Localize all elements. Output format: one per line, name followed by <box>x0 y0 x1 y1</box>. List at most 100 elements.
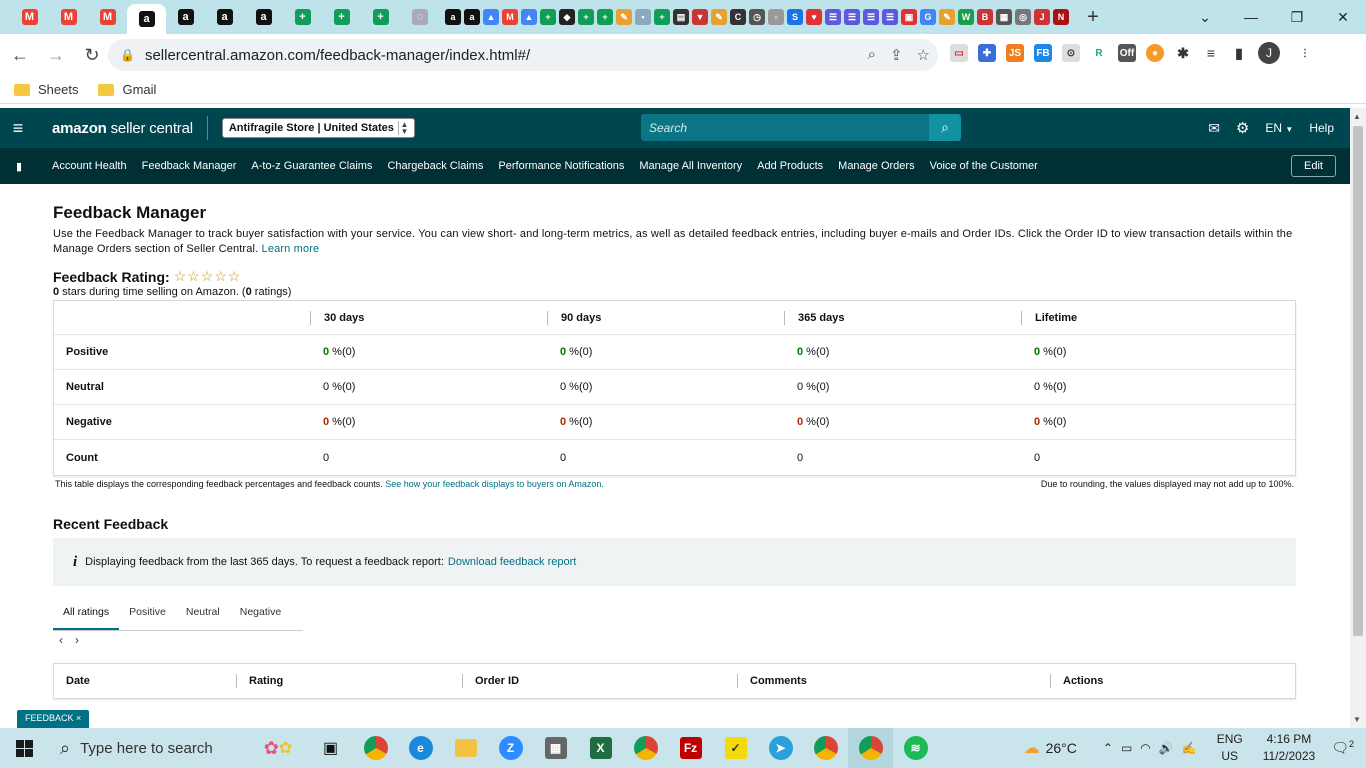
new-tab-button[interactable]: + <box>1083 6 1103 29</box>
flowers-widget-icon[interactable]: ✿ ✿ <box>248 728 308 768</box>
file-explorer-icon[interactable] <box>443 728 488 768</box>
list-icon[interactable]: ☰ <box>882 9 898 25</box>
notification-center-icon[interactable]: 🗨2 <box>1331 739 1354 757</box>
amazon-icon[interactable]: a <box>464 9 480 25</box>
share-icon[interactable]: ⇪ <box>890 46 903 64</box>
store-selector[interactable]: Antifragile Store | United States ▲ ▼ <box>221 118 415 138</box>
app-icon[interactable]: C <box>730 9 746 25</box>
page-scrollbar[interactable]: ▲ ▼ <box>1350 108 1366 728</box>
restore-button[interactable]: ❐ <box>1274 9 1320 26</box>
extension-icon[interactable]: ● <box>1146 44 1164 62</box>
nav-account-health[interactable]: Account Health <box>52 160 127 172</box>
sheets-icon[interactable]: + <box>654 9 670 25</box>
app-icon[interactable]: ◆ <box>559 9 575 25</box>
close-button[interactable]: ✕ <box>1320 9 1366 26</box>
tab-neutral[interactable]: Neutral <box>176 598 230 630</box>
zoom-app-icon[interactable]: Z <box>488 728 533 768</box>
app-icon[interactable]: ◎ <box>1015 9 1031 25</box>
app-icon[interactable]: W <box>958 9 974 25</box>
calculator-icon[interactable]: ▦ <box>533 728 578 768</box>
drive-icon[interactable]: ▲ <box>521 9 537 25</box>
spotify-icon[interactable]: ≋ <box>893 728 938 768</box>
amazon-icon[interactable]: a <box>445 9 461 25</box>
sheets-icon[interactable]: + <box>597 9 613 25</box>
tab-sheets-3[interactable]: + <box>361 0 400 34</box>
nav-voice-of-customer[interactable]: Voice of the Customer <box>930 160 1038 172</box>
search-input[interactable]: Search <box>641 114 929 141</box>
battery-icon[interactable]: ▭ <box>1121 741 1132 755</box>
network-icon[interactable]: ◠ <box>1140 741 1150 755</box>
list-icon[interactable]: ☰ <box>825 9 841 25</box>
buyer-display-link[interactable]: See how your feedback displays to buyers… <box>385 479 604 489</box>
reading-list-icon[interactable]: ≡ <box>1202 44 1220 62</box>
tab-sheets-1[interactable]: + <box>283 0 322 34</box>
bookmark-star-icon[interactable]: ☆ <box>917 46 930 64</box>
minimize-button[interactable]: — <box>1228 9 1274 25</box>
app-icon[interactable]: ▫ <box>768 9 784 25</box>
side-panel-icon[interactable]: ▮ <box>1230 44 1248 62</box>
scroll-up-icon[interactable]: ▲ <box>1353 112 1361 121</box>
app-icon[interactable]: ▪ <box>635 9 651 25</box>
tab-all-ratings[interactable]: All ratings <box>53 598 120 630</box>
tab-negative[interactable]: Negative <box>230 598 291 630</box>
drive-icon[interactable]: ▲ <box>483 9 499 25</box>
tab-sheets-2[interactable]: + <box>322 0 361 34</box>
nav-feedback-manager[interactable]: Feedback Manager <box>142 160 237 172</box>
scrollbar-thumb[interactable] <box>1353 126 1363 636</box>
chrome-active-icon[interactable] <box>848 728 893 768</box>
seller-central-logo[interactable]: amazon seller central <box>52 120 193 137</box>
bookmark-sheets[interactable]: Sheets <box>14 82 78 97</box>
weather-temperature[interactable]: 26°C <box>1046 740 1077 756</box>
pen-icon[interactable]: ✍ <box>1182 741 1197 755</box>
extension-icon[interactable]: FB <box>1034 44 1052 62</box>
sticky-notes-icon[interactable]: ✓ <box>713 728 758 768</box>
edit-nav-button[interactable]: Edit <box>1291 155 1336 177</box>
chevron-right-icon[interactable]: › <box>75 633 79 647</box>
extension-icon[interactable]: ⊙ <box>1062 44 1080 62</box>
task-view-icon[interactable]: ▣ <box>308 728 353 768</box>
clock[interactable]: 4:16 PM 11/2/2023 <box>1263 731 1316 765</box>
hamburger-menu-icon[interactable]: ≡ <box>0 118 36 139</box>
extension-icon[interactable]: R <box>1090 44 1108 62</box>
app-icon[interactable]: S <box>787 9 803 25</box>
back-button[interactable]: ← <box>4 39 36 71</box>
taskbar-search[interactable]: ⌕ Type here to search <box>48 728 248 768</box>
nav-chargeback-claims[interactable]: Chargeback Claims <box>387 160 483 172</box>
telegram-icon[interactable]: ➤ <box>758 728 803 768</box>
nav-add-products[interactable]: Add Products <box>757 160 823 172</box>
menu-icon[interactable]: ⋮ <box>1296 44 1314 62</box>
edge-icon[interactable]: e <box>398 728 443 768</box>
tab-search-chevron-icon[interactable]: ⌄ <box>1182 9 1228 26</box>
extension-icon[interactable]: Off <box>1118 44 1136 62</box>
chrome-profile-icon[interactable] <box>803 728 848 768</box>
app-icon[interactable]: ▣ <box>901 9 917 25</box>
reload-button[interactable]: ↻ <box>76 39 108 71</box>
url-text[interactable]: sellercentral.amazon.com/feedback-manage… <box>145 47 530 64</box>
chevron-up-icon[interactable]: ⌃ <box>1103 741 1113 755</box>
history-icon[interactable]: ◷ <box>749 9 765 25</box>
app-icon[interactable]: ▦ <box>996 9 1012 25</box>
volume-icon[interactable]: 🔊 <box>1159 741 1174 755</box>
zoom-icon[interactable]: ⌕ <box>868 46 876 64</box>
extension-icon[interactable]: JS <box>1006 44 1024 62</box>
profile-avatar[interactable]: J <box>1258 42 1280 64</box>
pencil-icon[interactable]: ✎ <box>711 9 727 25</box>
list-icon[interactable]: ☰ <box>863 9 879 25</box>
forward-button[interactable]: → <box>40 39 72 71</box>
list-icon[interactable]: ☰ <box>844 9 860 25</box>
extension-icon[interactable]: ▭ <box>950 44 968 62</box>
tab-gmail-2[interactable]: M <box>49 0 88 34</box>
bookmark-gmail[interactable]: Gmail <box>98 82 156 97</box>
tab-amazon-3[interactable]: a <box>205 0 244 34</box>
nav-a-to-z-claims[interactable]: A-to-z Guarantee Claims <box>251 160 372 172</box>
pencil-icon[interactable]: ✎ <box>616 9 632 25</box>
search-button[interactable]: ⌕ <box>929 114 961 141</box>
heart-icon[interactable]: ♥ <box>806 9 822 25</box>
extension-icon[interactable]: ✚ <box>978 44 996 62</box>
google-icon[interactable]: G <box>920 9 936 25</box>
puzzle-icon[interactable]: ✱ <box>1174 44 1192 62</box>
sheets-icon[interactable]: + <box>578 9 594 25</box>
omnibox[interactable]: 🔒 sellercentral.amazon.com/feedback-mana… <box>108 39 938 71</box>
scroll-down-icon[interactable]: ▼ <box>1353 715 1361 724</box>
excel-icon[interactable]: X <box>578 728 623 768</box>
